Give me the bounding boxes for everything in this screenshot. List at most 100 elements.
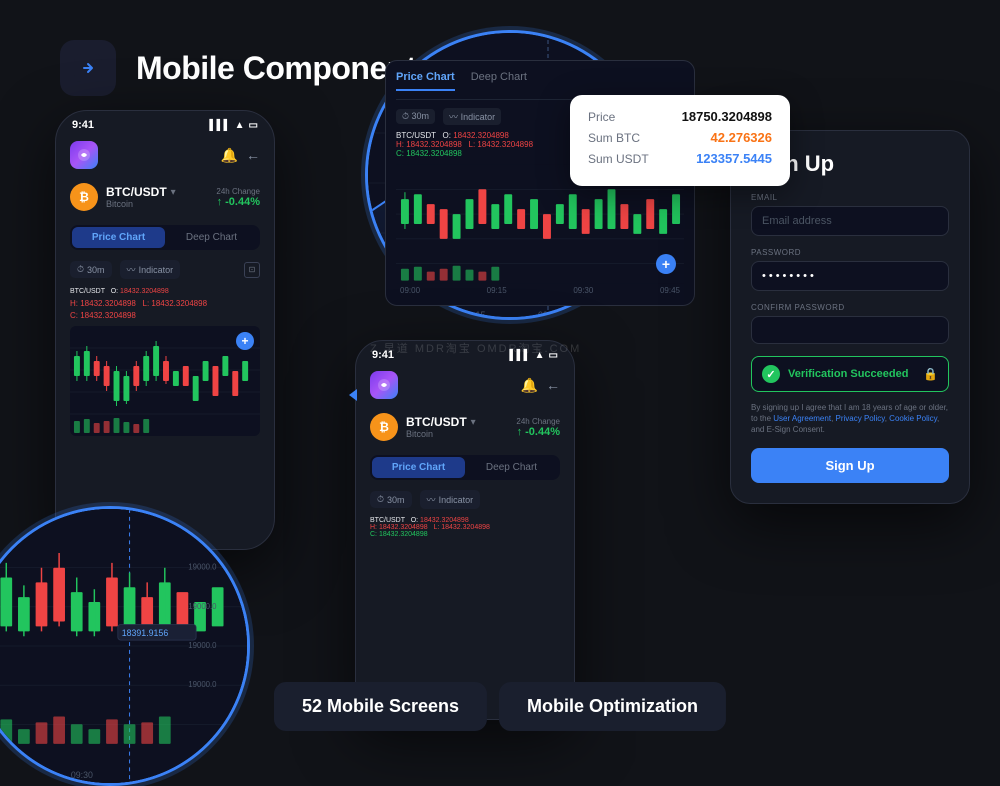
status-bar: 9:41 ▌▌▌ ▲ ▭ [56,111,274,135]
middle-dropdown-icon[interactable]: ▾ [471,417,476,428]
middle-clock-icon: ⏱ [377,494,384,505]
user-agreement-link[interactable]: User Agreement [773,414,831,423]
middle-back-icon[interactable]: ← [546,377,560,393]
time-1: 09:00 [400,286,420,295]
change-label: 24h Change [216,187,260,196]
email-input[interactable]: Email address [751,206,949,236]
ohlc-line-1: BTC/USDT O: 18432.3204898 [70,287,260,298]
middle-ohlc: BTC/USDT O: 18432.3204898 H: 18432.32048… [356,513,574,542]
confirm-label: CONFIRM PASSWORD [751,303,949,312]
middle-pair-row: ₿ BTC/USDT ▾ Bitcoin 24h Change ↑ -0.44% [356,405,574,449]
middle-chart-controls: ⏱ 30m 〰 Indicator [356,486,574,513]
middle-indicator-icon: 〰 [427,493,436,506]
back-icon[interactable]: ← [246,147,260,163]
middle-indicator-btn[interactable]: 〰 Indicator [420,490,481,509]
tooltip-btc-label: Sum BTC [588,131,640,145]
svg-text:09:30: 09:30 [71,770,93,780]
signal-icon: ▌▌▌ [209,120,230,131]
svg-text:18391.9156: 18391.9156 [122,628,169,638]
time-selector[interactable]: ⏱ 30m [70,261,112,278]
screens-badge: 52 Mobile Screens [274,682,487,731]
cookie-link[interactable]: Cookie Policy [889,414,937,423]
middle-btc-icon: ₿ [370,413,398,441]
pair-name: BTC/USDT [106,185,167,199]
verification-text: Verification Succeeded [788,368,908,380]
middle-pair-info: ₿ BTC/USDT ▾ Bitcoin [370,413,476,441]
middle-tab-price[interactable]: Price Chart [372,457,465,478]
middle-coin-name: Bitcoin [406,429,476,439]
confirm-input[interactable] [751,316,949,344]
password-input[interactable]: •••••••• [751,261,949,291]
tab-deep-chart[interactable]: Deep Chart [165,227,258,248]
svg-text:19000.0: 19000.0 [188,602,217,611]
middle-ohlc-1: BTC/USDT O: 18432.3204898 [370,517,560,524]
tooltip-usdt-row: Sum USDT 123357.5445 [588,151,772,166]
main-time-ctrl[interactable]: ⏱ 30m [396,109,435,124]
status-icons: ▌▌▌ ▲ ▭ [209,120,258,131]
indicator-icon: 〰 [127,263,136,276]
middle-bell-icon[interactable]: 🔔 [521,377,538,394]
bell-icon[interactable]: 🔔 [221,147,238,164]
tooltip-btc-value: 42.276326 [711,130,772,145]
pair-row: ₿ BTC/USDT ▾ Bitcoin 24h Change ↑ -0.44% [56,175,274,219]
chart-area: + [70,326,260,436]
signup-panel: Sign Up EMAIL Email address PASSWORD •••… [730,130,970,504]
terms-text: By signing up I agree that I am 18 years… [751,402,949,436]
verification-badge: ✓ Verification Succeeded 🔒 [751,356,949,392]
middle-ohlc-3: C: 18432.3204898 [370,531,560,538]
privacy-link[interactable]: Privacy Policy [836,414,885,423]
indicator-btn[interactable]: 〰 Indicator [120,260,181,279]
time-2: 09:15 [487,286,507,295]
email-label: EMAIL [751,193,949,202]
price-tooltip: Price 18750.3204898 Sum BTC 42.276326 Su… [570,95,790,186]
expand-btn[interactable]: ⊡ [244,262,260,278]
main-chart-add-btn[interactable]: + [656,254,676,274]
add-indicator-btn[interactable]: + [236,332,254,350]
pair-info: ₿ BTC/USDT ▾ Bitcoin [70,183,176,211]
change-number: -0.44% [225,196,260,208]
time-3: 09:30 [573,286,593,295]
status-time: 9:41 [72,119,94,131]
main-tab-price[interactable]: Price Chart [396,71,455,91]
tooltip-usdt-value: 123357.5445 [696,151,772,166]
tooltip-btc-row: Sum BTC 42.276326 [588,130,772,145]
password-field: PASSWORD •••••••• [751,248,949,291]
middle-time-selector[interactable]: ⏱ 30m [370,491,412,508]
middle-top-right: 🔔 ← [521,377,560,394]
middle-change-value: ↑ -0.44% [516,426,560,438]
middle-change-label: 24h Change [516,417,560,426]
main-tab-deep[interactable]: Deep Chart [471,71,527,91]
password-label: PASSWORD [751,248,949,257]
main-indicator-ctrl[interactable]: 〰 Indicator [443,108,501,125]
check-icon: ✓ [762,365,780,383]
svg-text:19000.0: 19000.0 [188,680,217,689]
phone-top-bar: 🔔 ← [56,135,274,175]
time-value: 30m [87,265,105,275]
svg-text:09:15: 09:15 [463,310,486,320]
time-axis: 09:00 09:15 09:30 09:45 [396,286,684,295]
tab-price-chart[interactable]: Price Chart [72,227,165,248]
app-icon [60,40,116,96]
change-badge: 24h Change ↑ -0.44% [216,187,260,208]
wifi-icon: ▲ [235,120,245,131]
ohlc-data: BTC/USDT O: 18432.3204898 H: 18432.32048… [56,283,274,326]
phone-left: 9:41 ▌▌▌ ▲ ▭ 🔔 ← ₿ BTC/USDT ▾ [55,110,275,550]
watermark: Z 早道 MDR淘宝 OMDR淘宝.COM [370,340,581,356]
pair-dropdown-icon[interactable]: ▾ [171,187,176,198]
expand-icon: ⊡ [249,265,256,274]
screens-count: 52 Mobile Screens [302,696,459,716]
svg-text:19000.0: 19000.0 [188,641,217,650]
svg-text:09:00: 09:00 [388,310,411,320]
bottom-badges: 52 Mobile Screens Mobile Optimization [274,682,726,731]
signup-button[interactable]: Sign Up [751,448,949,483]
chart-tabs: Price Chart Deep Chart [70,225,260,250]
header: Mobile Components [60,40,433,96]
clock-icon: ⏱ [77,264,84,275]
indicator-label: Indicator [139,265,174,275]
app-logo-icon [70,141,98,169]
middle-top-bar: 🔔 ← [356,365,574,405]
middle-tab-deep[interactable]: Deep Chart [465,457,558,478]
phone-middle: 9:41 ▌▌▌ ▲ ▭ 🔔 ← ₿ BTC/USDT ▾ B [355,340,575,720]
pair-details: BTC/USDT ▾ Bitcoin [106,185,176,209]
coin-name: Bitcoin [106,199,176,209]
